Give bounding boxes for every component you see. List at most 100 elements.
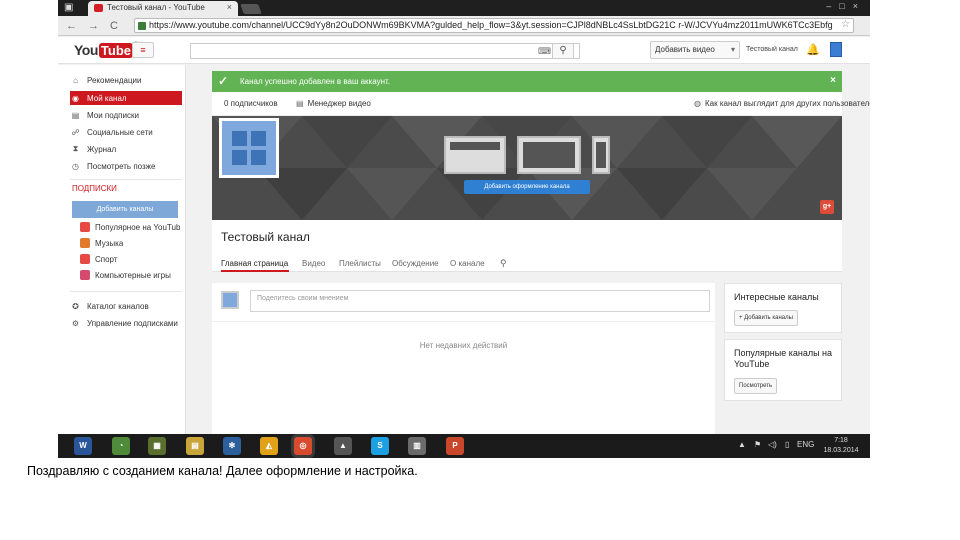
view-as-link[interactable]: ◍ Как канал выглядит для других пользоват… [694,99,870,108]
guide-item-label: Каталог каналов [87,301,149,311]
channel-avatar[interactable] [219,118,279,178]
subscription-item[interactable]: Спорт [80,253,180,265]
feed-avatar [221,291,239,309]
tab-discussion[interactable]: Обсуждение [392,259,439,268]
clock-icon: ◷ [72,161,79,171]
avatar[interactable] [830,42,842,57]
subscription-item[interactable]: Музыка [80,237,180,249]
alert-text: Канал успешно добавлен в ваш аккаунт. [240,77,390,86]
guide-item-label: Социальные сети [87,127,153,137]
notification-bell-icon[interactable]: 🔔 [806,43,820,56]
channel-search-icon[interactable]: ⚲ [500,258,507,269]
app-icon[interactable]: ▲ [334,437,352,455]
reload-icon[interactable]: C [110,19,118,33]
guide-item-channel-catalog[interactable]: ✪ Каталог каналов [70,299,182,313]
tab-videos[interactable]: Видео [302,259,325,268]
channel-title: Тестовый канал [221,230,310,244]
tab-about[interactable]: О канале [450,259,485,268]
channel-toolstrip: 0 подписчиков ▤ Менеджер видео ◍ Как канал… [212,92,870,116]
subscription-item[interactable]: Компьютерные игры [80,269,180,281]
url-text: https://www.youtube.com/channel/UCC9dYy8… [149,20,833,30]
volume-icon[interactable]: ◁) [768,440,777,449]
view-as-label: Как канал выглядит для других пользовате… [704,99,870,108]
app-icon[interactable]: ✻ [223,437,241,455]
youtube-header: You Tube RU ≡ ⌨ ⚲ Добавить видео ▾ Тесто… [58,37,870,64]
channel-main: ✓ Канал успешно добавлен в ваш аккаунт. … [212,71,870,434]
subscription-label: Спорт [95,254,118,264]
url-field[interactable]: https://www.youtube.com/channel/UCC9dYy8… [134,18,854,33]
bookmark-star-icon[interactable]: ☆ [841,19,850,30]
flag-icon[interactable]: ⚑ [754,440,761,449]
logo-you: You [74,42,98,58]
add-channel-art-button[interactable]: Добавить оформление канала [464,180,590,194]
video-manager-link[interactable]: ▤ Менеджер видео [296,99,371,108]
guide-item-social[interactable]: ☍ Социальные сети [70,125,182,139]
new-tab-button[interactable] [240,4,262,14]
guide-item-watch-later[interactable]: ◷ Посмотреть позже [70,159,182,173]
account-name[interactable]: Тестовый канал [746,46,806,53]
guide-menu-button[interactable]: ≡ [132,42,154,58]
subscription-item[interactable]: Популярное на YouTube [80,221,180,233]
chrome-app-icon[interactable]: ◎ [294,437,312,455]
guide-divider [70,179,182,180]
tab-playlists[interactable]: Плейлисты [339,259,381,268]
language-indicator[interactable]: ENG [797,440,814,449]
google-plus-icon[interactable]: g+ [820,200,834,214]
taskbar-clock[interactable]: 7:18 18.03.2014 [818,436,864,456]
back-icon[interactable]: ← [66,19,77,33]
guide-item-recommended[interactable]: ⌂ Рекомендации [70,73,182,87]
channel-header: Тестовый канал Главная страница Видео Пл… [212,220,842,272]
skype-app-icon[interactable]: S [371,437,389,455]
browser-menu-icon[interactable]: ▣ [64,2,80,14]
guide-item-subscriptions[interactable]: ▤ Мои подписки [70,108,182,122]
clock-time: 7:18 [834,437,848,444]
check-icon: ✓ [218,74,229,88]
forward-icon[interactable]: → [88,19,99,33]
browser-tab-bar: ▣ Тестовый канал - YouTube × –□× [58,0,870,16]
window-controls[interactable]: –□× [826,1,866,11]
popular-channel-icon [80,222,90,232]
no-activity-text: Нет недавних действий [419,341,508,350]
activity-feed: Поделитесь своим мнением Нет недавних де… [212,283,715,434]
app-icon[interactable]: ◭ [260,437,278,455]
add-featured-channels-button[interactable]: + Добавить каналы [734,310,798,326]
subscriptions-heading[interactable]: ПОДПИСКИ [72,184,117,193]
app-icon[interactable]: ◔ [112,437,130,455]
search-input[interactable]: ⌨ [190,43,580,59]
share-input[interactable]: Поделитесь своим мнением [250,290,710,312]
sport-channel-icon [80,254,90,264]
keyboard-icon[interactable]: ⌨ [538,46,551,57]
guide-item-history[interactable]: ⧗ Журнал [70,142,182,156]
tab-close-icon[interactable]: × [227,2,232,12]
browser-tab-title: Тестовый канал - YouTube [107,3,205,12]
catalog-icon: ✪ [72,301,79,311]
channel-avatar-glyph-icon [232,131,266,165]
app-icon[interactable]: ▥ [408,437,426,455]
upload-label: Добавить видео [655,45,715,54]
tab-home[interactable]: Главная страница [221,259,288,268]
search-button[interactable]: ⚲ [552,43,574,59]
guide-item-label: Журнал [87,144,117,154]
active-tab-indicator [221,270,289,272]
music-channel-icon [80,238,90,248]
battery-icon[interactable]: ▯ [785,440,789,449]
word-app-icon[interactable]: W [74,437,92,455]
globe-icon: ◍ [694,99,701,108]
add-channels-button[interactable]: Добавить каналы [72,201,178,218]
guide-item-my-channel[interactable]: ◉ Мой канал [70,91,182,105]
browser-address-bar: ← → C https://www.youtube.com/channel/UC… [58,16,870,36]
view-popular-button[interactable]: Посмотреть [734,378,778,394]
popular-channels-card: Популярные каналы на YouTube Посмотреть [724,339,842,401]
browser-tab[interactable]: Тестовый канал - YouTube × [88,1,238,16]
featured-channels-heading: Интересные каналы [734,292,819,302]
upload-button[interactable]: Добавить видео ▾ [650,41,740,59]
tray-expand-icon[interactable]: ▲ [738,440,746,449]
explorer-app-icon[interactable]: ▤ [186,437,204,455]
guide-item-label: Мой канал [87,93,127,103]
guide-item-manage-subscriptions[interactable]: ⚙ Управление подписками [70,316,182,330]
home-icon: ⌂ [73,75,78,85]
powerpoint-app-icon[interactable]: P [446,437,464,455]
popular-channels-heading: Популярные каналы на YouTube [734,348,833,369]
close-icon[interactable]: × [830,75,836,86]
app-icon[interactable]: ▦ [148,437,166,455]
